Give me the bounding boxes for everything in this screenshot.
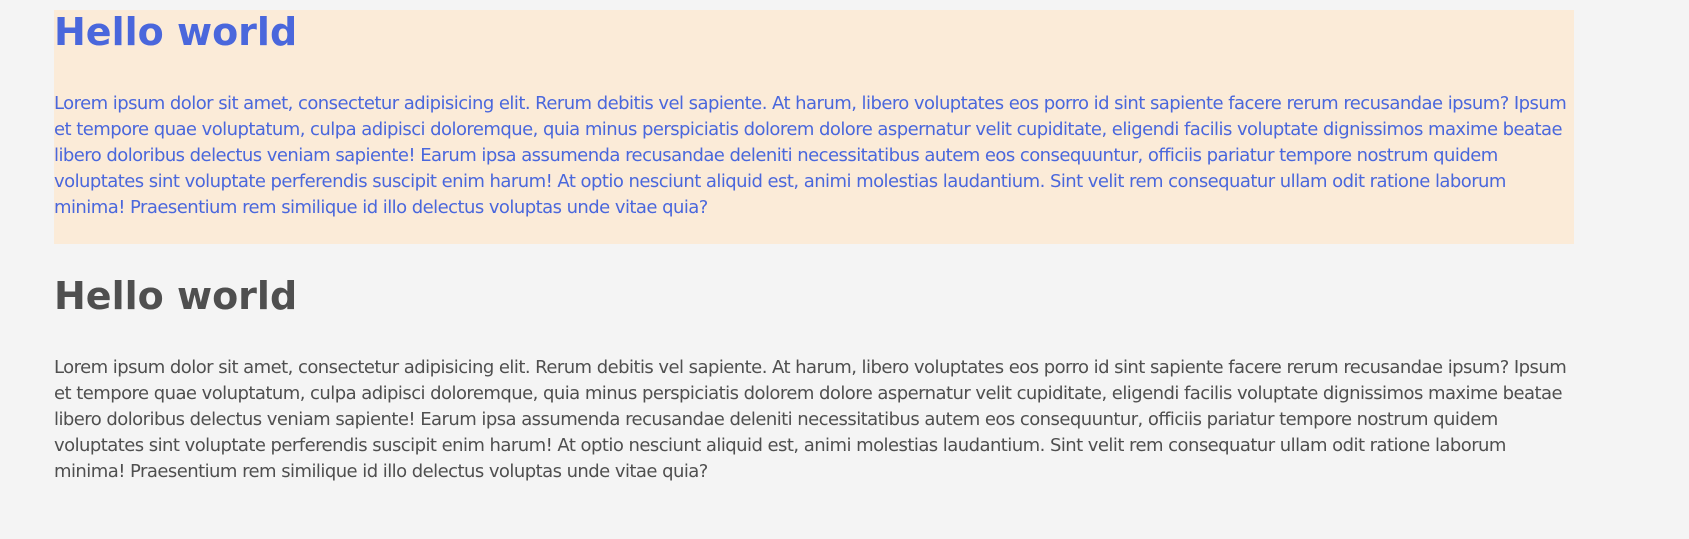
highlighted-heading: Hello world (54, 10, 298, 54)
plain-heading: Hello world (54, 274, 298, 318)
page: Hello world Lorem ipsum dolor sit amet, … (0, 0, 1689, 539)
highlighted-paragraph: Lorem ipsum dolor sit amet, consectetur … (54, 93, 1567, 218)
highlighted-content-block: Hello world Lorem ipsum dolor sit amet, … (54, 10, 1574, 244)
plain-paragraph: Lorem ipsum dolor sit amet, consectetur … (54, 357, 1567, 482)
plain-content-block: Hello world Lorem ipsum dolor sit amet, … (54, 270, 1574, 485)
